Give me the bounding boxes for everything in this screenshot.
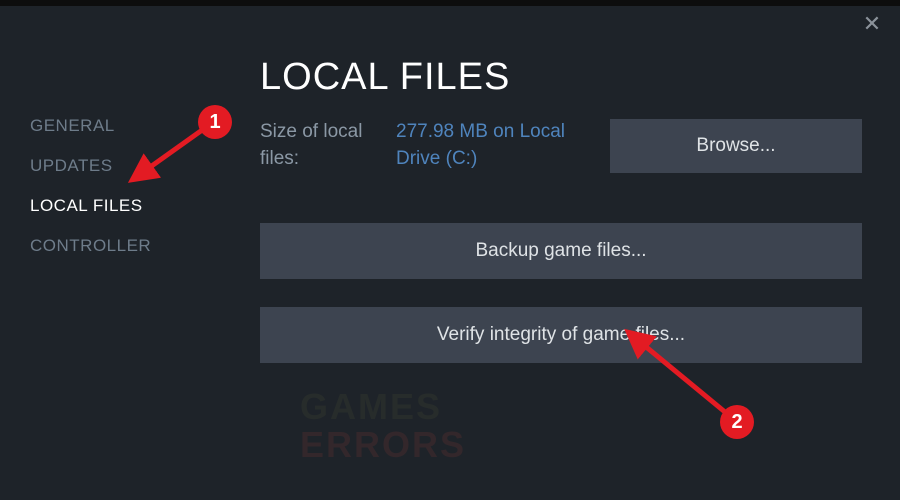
properties-window: ✕ GENERAL UPDATES LOCAL FILES CONTROLLER… [0, 0, 900, 500]
sidebar-item-label: LOCAL FILES [30, 196, 143, 215]
browse-button-label: Browse... [696, 135, 775, 156]
size-row: Size of local files: 277.98 MB on Local … [260, 119, 862, 173]
sidebar: GENERAL UPDATES LOCAL FILES CONTROLLER [0, 6, 230, 500]
size-value: 277.98 MB on Local Drive (C:) [396, 119, 576, 172]
annotation-marker-1-label: 1 [209, 111, 220, 134]
verify-integrity-button-label: Verify integrity of game files... [437, 324, 685, 345]
annotation-marker-2: 2 [720, 405, 754, 439]
backup-button-label: Backup game files... [475, 240, 646, 261]
verify-integrity-button[interactable]: Verify integrity of game files... [260, 307, 862, 363]
sidebar-item-local-files[interactable]: LOCAL FILES [30, 186, 230, 226]
sidebar-item-label: GENERAL [30, 116, 115, 135]
watermark-line1: GAMES [300, 388, 466, 426]
annotation-marker-1: 1 [198, 105, 232, 139]
sidebar-item-label: CONTROLLER [30, 236, 151, 255]
size-label: Size of local files: [260, 119, 378, 172]
page-title: LOCAL FILES [260, 56, 862, 99]
annotation-marker-2-label: 2 [731, 411, 742, 434]
sidebar-item-label: UPDATES [30, 156, 113, 175]
backup-button[interactable]: Backup game files... [260, 223, 862, 279]
watermark: GAMES ERRORS [300, 388, 466, 464]
watermark-line2: ERRORS [300, 426, 466, 464]
sidebar-item-updates[interactable]: UPDATES [30, 146, 230, 186]
browse-button[interactable]: Browse... [610, 119, 862, 173]
sidebar-item-controller[interactable]: CONTROLLER [30, 226, 230, 266]
